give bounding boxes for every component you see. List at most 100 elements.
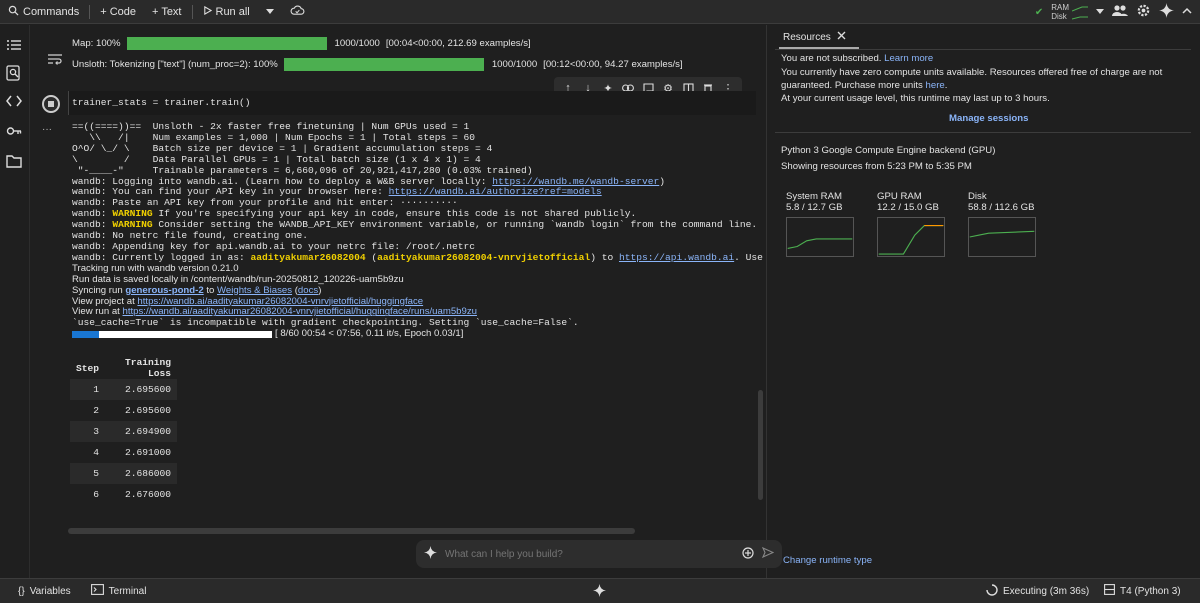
wandb-prefix: wandb: <box>72 240 107 252</box>
chevron-down-icon[interactable] <box>1096 6 1104 18</box>
wandb-text: . Use `wandb login <box>734 251 763 263</box>
gemini-sparkle-icon[interactable] <box>1159 3 1174 21</box>
add-code-button[interactable]: + Code <box>92 0 144 24</box>
notebook-area: Map: 100% 1000/1000 [00:04<00:00, 212.69… <box>30 25 765 578</box>
resources-time-range: Showing resources from 5:23 PM to 5:35 P… <box>781 161 972 172</box>
runtime-grid-icon <box>1104 584 1115 598</box>
horizontal-scrollbar[interactable] <box>68 528 635 534</box>
wandb-text: ) <box>659 175 666 187</box>
wandb-prefix: wandb: <box>72 186 107 198</box>
run-name-link[interactable]: generous-pond-2 <box>125 285 203 296</box>
more-horiz-icon[interactable]: ··· <box>42 124 52 135</box>
output-options-icon[interactable] <box>48 53 62 68</box>
wandb-prefix: wandb: <box>72 230 107 242</box>
find-replace-icon[interactable] <box>6 65 22 81</box>
purchase-here-link[interactable]: here <box>926 80 945 91</box>
weights-biases-link[interactable]: Weights & Biases <box>217 285 292 296</box>
learn-more-link[interactable]: Learn more <box>884 53 933 64</box>
system-ram-block: System RAM 5.8 / 12.7 GB <box>786 191 858 260</box>
gemini-sparkle-icon[interactable] <box>593 584 606 600</box>
add-text-button[interactable]: + Text <box>144 0 189 24</box>
terminal-icon <box>90 584 104 598</box>
table-row: 1 2.695600 <box>70 379 178 400</box>
send-icon[interactable] <box>761 546 775 561</box>
run-all-button[interactable]: Run all <box>195 0 258 24</box>
wandb-server-link[interactable]: https://wandb.me/wandb-server <box>492 176 659 187</box>
share-people-icon[interactable] <box>1112 4 1128 20</box>
wandb-text: ( <box>365 251 378 263</box>
wandb-api-link[interactable]: https://api.wandb.ai <box>619 252 734 263</box>
wandb-prefix: wandb: <box>72 219 107 231</box>
wandb-text: Currently logged in as: <box>106 251 251 263</box>
stop-square-icon <box>48 101 54 107</box>
wandb-text: Consider setting the WANDB_API_KEY envir… <box>152 219 758 231</box>
execution-status[interactable]: Executing (3m 36s) <box>976 583 1099 599</box>
ai-prompt-bar <box>416 540 782 568</box>
vertical-scrollbar[interactable] <box>758 390 763 500</box>
search-icon <box>8 5 19 19</box>
disk-label: Disk <box>968 191 987 202</box>
terminal-button[interactable]: Terminal <box>81 584 157 598</box>
ram-disk-indicator[interactable]: RAM Disk <box>1051 3 1088 21</box>
loss-cell: 2.695600 <box>105 379 178 400</box>
spinner-icon <box>986 583 998 599</box>
warning-tag: WARNING <box>112 219 153 231</box>
tokenizing-progress: Unsloth: Tokenizing ["text"] (num_proc=2… <box>72 57 683 71</box>
secrets-key-icon[interactable] <box>6 123 22 139</box>
wandb-username: aadityakumar26082004 <box>250 251 366 263</box>
system-ram-label: System RAM <box>786 191 842 202</box>
loss-cell: 2.686000 <box>105 463 178 484</box>
tokenizing-progress-label: Unsloth: Tokenizing ["text"] (num_proc=2… <box>72 58 278 70</box>
system-ram-chart <box>786 217 854 257</box>
wandb-prefix: wandb: <box>72 251 107 263</box>
loss-cell: 2.676000 <box>124 489 172 500</box>
code-cell[interactable]: trainer_stats = trainer.train() <box>68 91 756 115</box>
runtime-label: T4 (Python 3) <box>1120 585 1181 597</box>
files-folder-icon[interactable] <box>6 153 22 169</box>
wandb-prefix: wandb: <box>72 208 107 220</box>
runtime-status[interactable]: T4 (Python 3) <box>1094 584 1191 598</box>
divider <box>89 4 91 19</box>
syncing-text: ) <box>318 284 322 296</box>
stop-cell-button[interactable] <box>42 95 60 113</box>
step-cell: 5 <box>70 463 106 484</box>
left-sidebar <box>0 25 30 578</box>
wandb-text: ) to <box>590 251 619 263</box>
table-row: 6 2.676000 <box>70 484 177 505</box>
top-toolbar: Commands + Code + Text Run all ✔ RAM Dis… <box>0 0 1200 24</box>
compute-units-notice: You currently have zero compute units av… <box>781 67 1191 92</box>
training-loss-table: Step Training Loss 1 2.695600 2 2.695600 3… <box>70 357 178 505</box>
wandb-authorize-link[interactable]: https://wandb.ai/authorize?ref=models <box>389 186 602 197</box>
caret-down-icon <box>265 6 274 18</box>
code-snippets-icon[interactable] <box>6 93 22 109</box>
manage-sessions-link[interactable]: Manage sessions <box>949 113 1069 126</box>
step-cell: 1 <box>70 379 106 400</box>
divider <box>191 4 193 19</box>
gpu-ram-block: GPU RAM 12.2 / 15.0 GB <box>877 191 949 260</box>
resources-tab[interactable]: Resources <box>783 28 846 46</box>
ai-prompt-input[interactable] <box>445 548 734 560</box>
drive-sync-button[interactable] <box>282 0 313 24</box>
close-icon[interactable] <box>837 31 846 43</box>
table-of-contents-icon[interactable] <box>6 37 22 53</box>
wandb-text: If you're specifying your api key in cod… <box>152 208 637 220</box>
table-row: 4 2.691000 <box>70 442 177 463</box>
variables-button[interactable]: {} Variables <box>8 586 81 597</box>
tokenizing-progress-bar <box>283 57 484 71</box>
wandb-text: You can find your API key in your browse… <box>106 186 389 198</box>
settings-gear-icon[interactable] <box>1136 3 1151 21</box>
map-progress-count: 1000/1000 <box>334 37 380 49</box>
resources-tab-label: Resources <box>783 31 831 43</box>
run-link[interactable]: https://wandb.ai/aadityakumar26082004-vn… <box>122 306 476 317</box>
run-all-dropdown[interactable] <box>258 0 282 24</box>
change-runtime-link[interactable]: Change runtime type <box>783 555 872 566</box>
resources-panel: Resources You are not subscribed. Learn … <box>766 25 1200 578</box>
expand-chevron-icon[interactable] <box>1182 6 1192 18</box>
add-circle-icon[interactable] <box>742 546 754 562</box>
commands-button[interactable]: Commands <box>0 0 87 24</box>
project-link[interactable]: https://wandb.ai/aadityakumar26082004-vn… <box>137 296 423 307</box>
table-header-row: Step Training Loss <box>70 357 177 379</box>
add-text-label: + Text <box>152 5 182 18</box>
docs-link[interactable]: docs <box>298 285 318 296</box>
not-subscribed-text: You are not subscribed. <box>781 53 885 64</box>
